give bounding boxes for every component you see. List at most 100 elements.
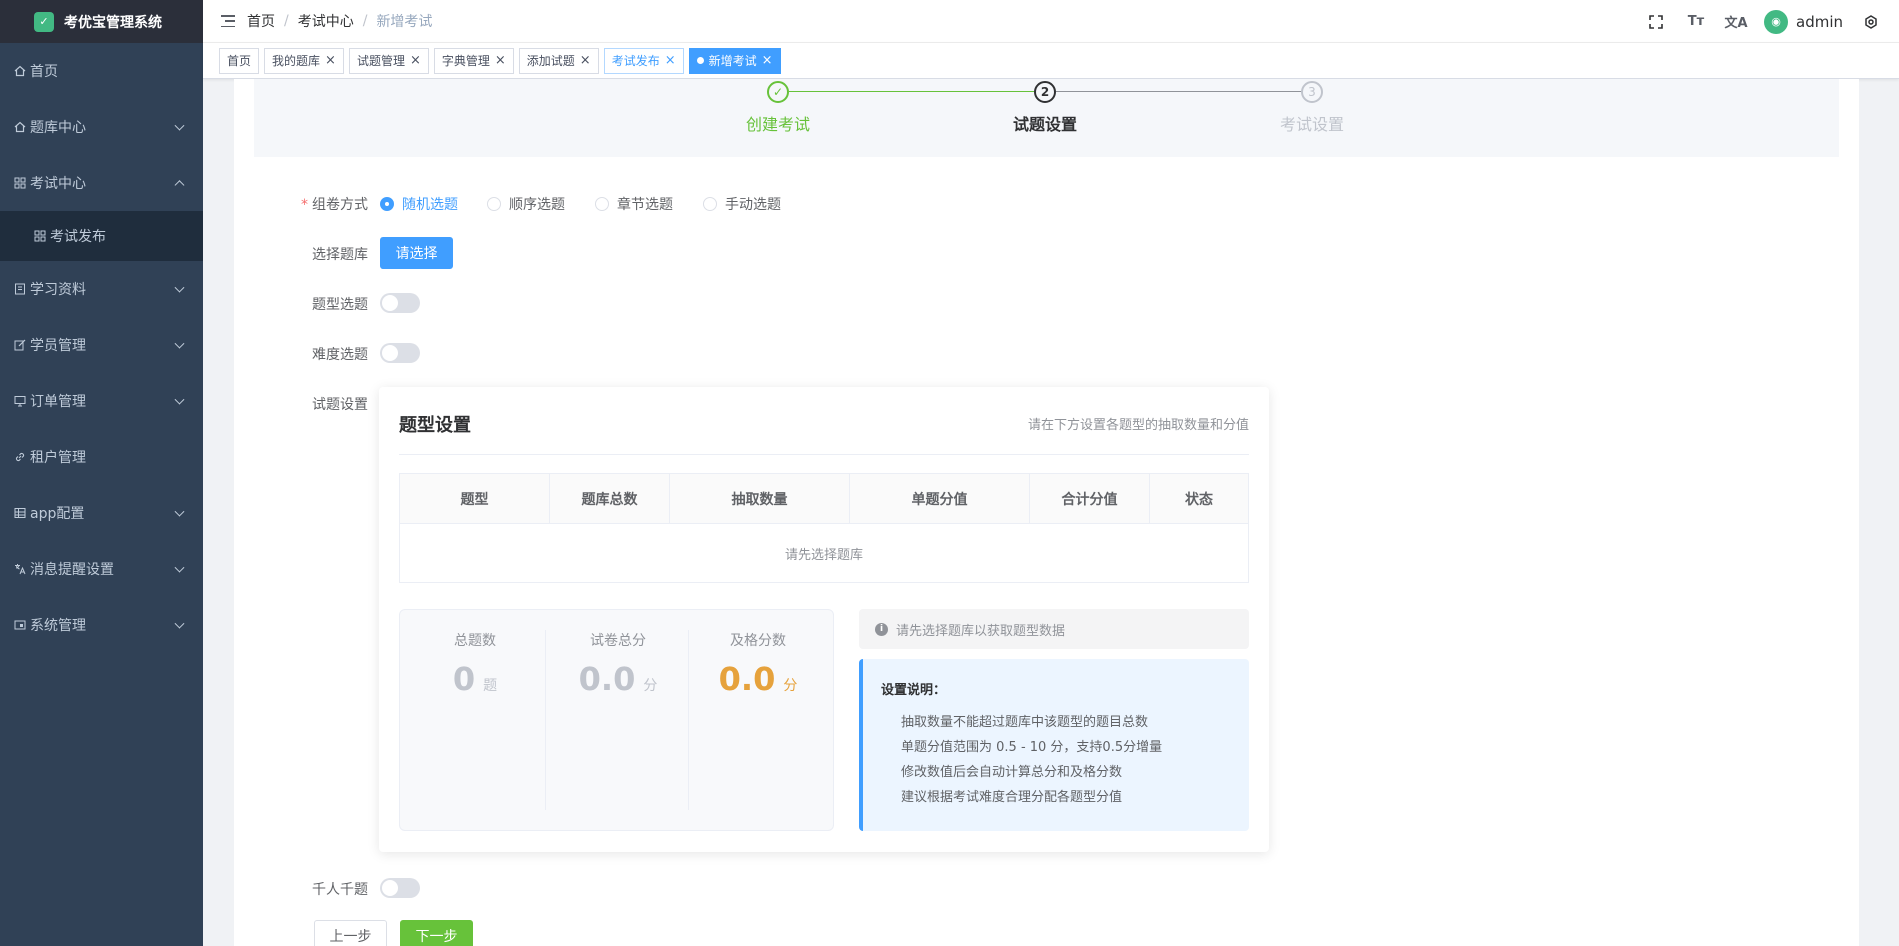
sidebar-item-label: 订单管理 bbox=[30, 394, 86, 410]
sidebar-item-exam-publish[interactable]: 考试发布 bbox=[0, 211, 203, 261]
table-header-cell: 状态 bbox=[1185, 492, 1213, 508]
steps: ✓ 2 3 创建考试 试题设置 考试设置 bbox=[254, 79, 1839, 157]
home-icon bbox=[14, 65, 26, 77]
breadcrumb-item-exam-center[interactable]: 考试中心 bbox=[298, 11, 354, 31]
tag-label: 我的题库 bbox=[272, 54, 321, 68]
tags-view: 首页 我的题库 × 试题管理 × 字典管理 × 添加试题 × 考试发布 × 新增考试 × bbox=[203, 43, 1899, 79]
sidebar-item-notifications[interactable]: 消息提醒设置 bbox=[0, 541, 203, 597]
prev-step-button[interactable]: 上一步 bbox=[314, 920, 387, 946]
settings-note: 设置说明： 抽取数量不能超过题库中该题型的题目总数 单题分值范围为 0.5 - … bbox=[859, 659, 1249, 831]
tag-label: 新增考试 bbox=[708, 54, 757, 68]
close-icon[interactable]: × bbox=[665, 53, 676, 68]
grid-icon bbox=[14, 177, 26, 189]
radio-random[interactable]: 随机选题 bbox=[380, 194, 458, 214]
stat-value: 0题 bbox=[452, 660, 498, 698]
radio-chapter[interactable]: 章节选题 bbox=[595, 194, 673, 214]
close-icon[interactable]: × bbox=[580, 53, 591, 68]
chevron-down-icon bbox=[174, 282, 185, 293]
tag-add-question[interactable]: 添加试题 × bbox=[518, 47, 599, 74]
tag-dict-manage[interactable]: 字典管理 × bbox=[433, 47, 514, 74]
breadcrumb-item-home[interactable]: 首页 bbox=[247, 11, 275, 31]
close-icon[interactable]: × bbox=[325, 53, 336, 68]
unique-paper-label: 千人千题 bbox=[312, 882, 368, 898]
sidebar-item-label: 租户管理 bbox=[30, 450, 86, 466]
hamburger-icon[interactable] bbox=[221, 15, 235, 27]
note-line: 抽取数量不能超过题库中该题型的题目总数 bbox=[901, 715, 1149, 730]
select-bank-button[interactable]: 请选择 bbox=[380, 237, 453, 269]
table-header-cell: 抽取数量 bbox=[670, 474, 850, 524]
tag-exam-publish[interactable]: 考试发布 × bbox=[603, 47, 684, 74]
step-finish-icon: ✓ bbox=[767, 81, 789, 103]
app-logo[interactable]: ✓ 考优宝管理系统 bbox=[0, 0, 203, 43]
sidebar-item-exam-center[interactable]: 考试中心 bbox=[0, 155, 203, 211]
sidebar: ✓ 考优宝管理系统 首页 题库中心 考试中心 考试发布 学习资料 学员管理 订单… bbox=[0, 0, 203, 946]
sidebar-item-materials[interactable]: 学习资料 bbox=[0, 261, 203, 317]
sidebar-item-label: 首页 bbox=[30, 64, 58, 80]
tag-question-manage[interactable]: 试题管理 × bbox=[348, 47, 429, 74]
tag-label: 首页 bbox=[227, 54, 252, 68]
sidebar-item-students[interactable]: 学员管理 bbox=[0, 317, 203, 373]
breadcrumb: 首页 / 考试中心 / 新增考试 bbox=[247, 11, 432, 31]
grid-icon bbox=[34, 230, 46, 242]
sidebar-item-system[interactable]: 系统管理 bbox=[0, 597, 203, 653]
card-hint: 请在下方设置各题型的抽取数量和分值 bbox=[1027, 418, 1249, 433]
home-icon bbox=[14, 121, 26, 133]
chevron-down-icon bbox=[174, 562, 185, 573]
table-header-cell: 题库总数 bbox=[550, 474, 670, 524]
unique-paper-switch[interactable] bbox=[380, 878, 420, 898]
system-icon bbox=[14, 619, 26, 631]
edit-icon bbox=[14, 339, 26, 351]
chevron-down-icon bbox=[174, 120, 185, 131]
table-header-cell: 单题分值 bbox=[850, 474, 1030, 524]
sidebar-item-label: 考试发布 bbox=[50, 229, 106, 245]
fullscreen-icon[interactable] bbox=[1636, 0, 1676, 43]
note-line: 单题分值范围为 0.5 - 10 分，支持0.5分增量 bbox=[901, 740, 1163, 755]
type-select-label: 题型选题 bbox=[312, 297, 368, 313]
stat-total-score: 试卷总分 0.0 分 bbox=[548, 630, 688, 698]
tag-label: 试题管理 bbox=[356, 54, 405, 68]
sidebar-item-home[interactable]: 首页 bbox=[0, 43, 203, 99]
stat-value: 0.0 分 bbox=[718, 660, 798, 698]
stats-panel: 总题数 0题 试卷总分 0.0 分 及格分数 0.0 分 bbox=[399, 609, 834, 831]
tag-my-bank[interactable]: 我的题库 × bbox=[264, 47, 344, 74]
sidebar-item-orders[interactable]: 订单管理 bbox=[0, 373, 203, 429]
sidebar-item-tenants[interactable]: 租户管理 bbox=[0, 429, 203, 485]
bank-label: 选择题库 bbox=[312, 247, 368, 263]
question-setting-label: 试题设置 bbox=[312, 397, 368, 413]
table-header-cell: 题型 bbox=[400, 474, 550, 524]
logo-icon: ✓ bbox=[34, 11, 54, 32]
close-icon[interactable]: × bbox=[495, 53, 506, 68]
type-select-switch[interactable] bbox=[380, 293, 420, 313]
navbar-right: Tт 文A ◉ admin bbox=[1636, 0, 1883, 43]
table-icon bbox=[14, 507, 26, 519]
sidebar-item-question-bank[interactable]: 题库中心 bbox=[0, 99, 203, 155]
chevron-down-icon bbox=[174, 506, 185, 517]
close-icon[interactable]: × bbox=[410, 53, 421, 68]
close-icon[interactable]: × bbox=[762, 53, 773, 68]
tag-label: 添加试题 bbox=[526, 54, 575, 68]
question-type-card: 题型设置 请在下方设置各题型的抽取数量和分值 题型 题库总数 抽取数量 单题分值… bbox=[379, 387, 1269, 852]
tag-new-exam[interactable]: 新增考试 × bbox=[688, 47, 781, 74]
stat-total-questions: 总题数 0题 bbox=[405, 630, 545, 698]
language-icon bbox=[14, 563, 26, 575]
tag-home[interactable]: 首页 bbox=[219, 47, 260, 74]
language-icon[interactable]: 文A bbox=[1716, 0, 1756, 43]
avatar[interactable]: ◉ bbox=[1764, 9, 1788, 34]
radio-sequential[interactable]: 顺序选题 bbox=[487, 194, 565, 214]
radio-manual[interactable]: 手动选题 bbox=[703, 194, 781, 214]
note-title: 设置说明： bbox=[881, 683, 947, 698]
difficulty-switch[interactable] bbox=[380, 343, 420, 363]
radio-circle bbox=[595, 197, 609, 211]
sidebar-item-app-config[interactable]: app配置 bbox=[0, 485, 203, 541]
sidebar-item-label: 学习资料 bbox=[30, 282, 86, 298]
navbar: 首页 / 考试中心 / 新增考试 Tт 文A ◉ admin bbox=[203, 0, 1899, 43]
step-wait-icon: 3 bbox=[1301, 81, 1323, 103]
question-type-table: 题型 题库总数 抽取数量 单题分值 合计分值 状态 请先选择题库 bbox=[399, 473, 1249, 583]
font-size-icon[interactable]: Tт bbox=[1676, 0, 1716, 43]
chevron-down-icon bbox=[174, 394, 185, 405]
next-step-button[interactable]: 下一步 bbox=[400, 920, 473, 946]
username[interactable]: admin bbox=[1796, 13, 1843, 31]
settings-icon[interactable] bbox=[1859, 0, 1883, 43]
table-header-cell: 合计分值 bbox=[1030, 474, 1150, 524]
table-header: 题型 题库总数 抽取数量 单题分值 合计分值 状态 bbox=[400, 474, 1248, 524]
